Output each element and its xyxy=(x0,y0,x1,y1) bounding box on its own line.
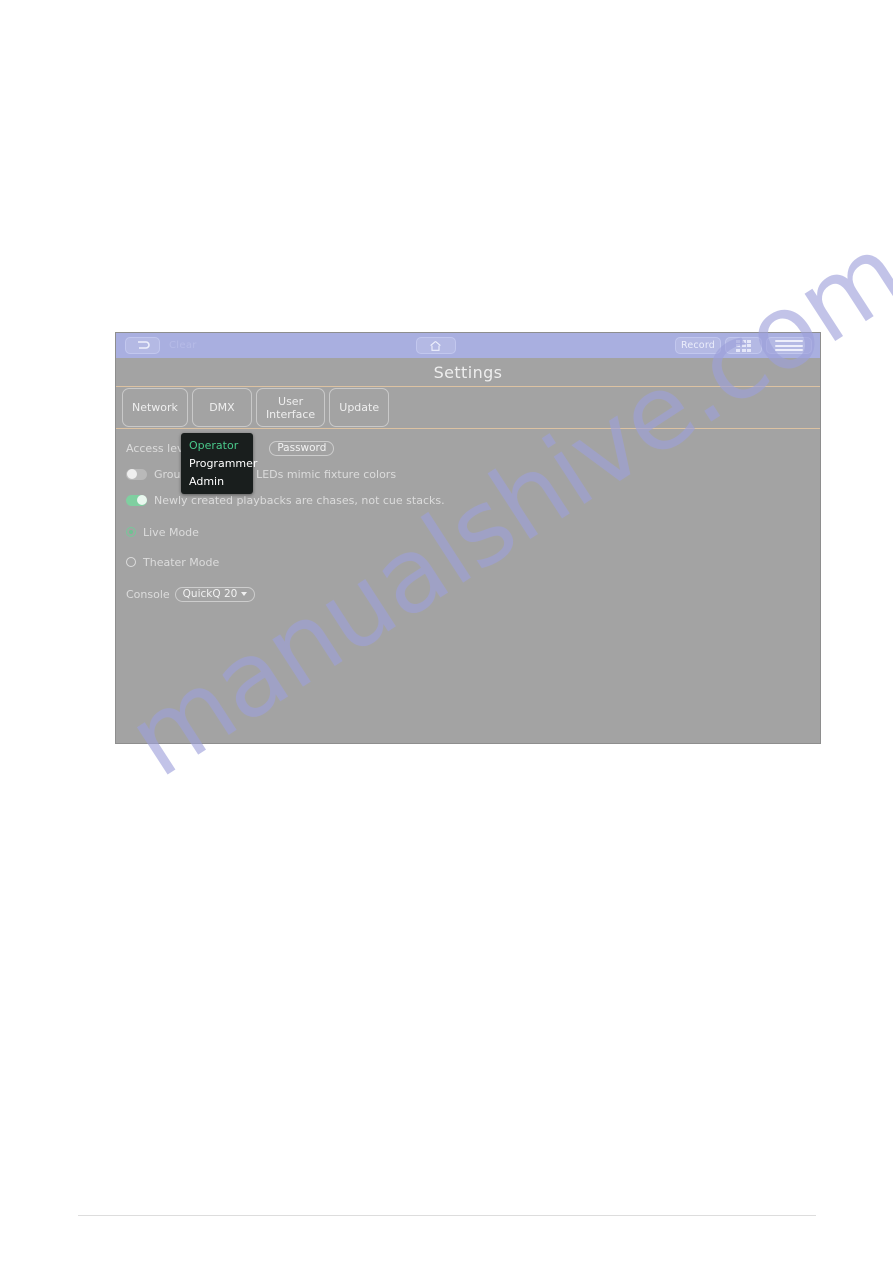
back-arrow-icon xyxy=(135,340,151,351)
live-mode-radio[interactable] xyxy=(126,527,136,537)
console-model-label: Console xyxy=(126,587,170,601)
tab-dmx-label: DMX xyxy=(209,401,235,414)
access-level-dropdown-menu[interactable]: Operator Programmer Admin xyxy=(181,433,257,494)
live-mode-row[interactable]: Live Mode xyxy=(126,521,820,543)
console-screenshot-panel: Clear Record Settings Network DMX User I… xyxy=(115,332,821,744)
theater-mode-label: Theater Mode xyxy=(143,555,220,569)
grid-apps-icon xyxy=(736,339,751,352)
chases-not-cuestacks-label: Newly created playbacks are chases, not … xyxy=(154,493,445,507)
clear-label[interactable]: Clear xyxy=(169,340,197,351)
page-title: Settings xyxy=(433,362,503,382)
tab-user-interface-label: User Interface xyxy=(265,394,316,421)
page-footer-divider xyxy=(78,1215,816,1216)
tab-network-label: Network xyxy=(132,401,178,414)
chases-not-cuestacks-toggle[interactable] xyxy=(126,494,147,506)
back-button[interactable] xyxy=(125,337,160,354)
access-level-option-admin[interactable]: Admin xyxy=(181,472,253,490)
theater-mode-radio[interactable] xyxy=(126,557,136,567)
tab-user-interface[interactable]: User Interface xyxy=(255,388,326,427)
chevron-down-icon xyxy=(241,592,248,596)
console-model-value: QuickQ 20 xyxy=(182,588,238,600)
settings-content: Access level Password Group and Fixture … xyxy=(116,429,820,605)
access-level-option-programmer[interactable]: Programmer xyxy=(181,454,257,472)
leds-mimic-colors-toggle[interactable] xyxy=(126,468,147,480)
settings-tabs: Network DMX User Interface Update xyxy=(116,386,820,429)
console-model-row: Console QuickQ 20 xyxy=(126,583,820,605)
tab-dmx[interactable]: DMX xyxy=(191,388,252,427)
record-button[interactable]: Record xyxy=(674,337,721,354)
toggle-knob xyxy=(126,469,137,479)
console-topbar: Clear Record xyxy=(116,333,820,358)
home-icon xyxy=(429,340,442,352)
tab-update[interactable]: Update xyxy=(329,388,390,427)
live-mode-label: Live Mode xyxy=(143,525,199,539)
console-model-dropdown[interactable]: QuickQ 20 xyxy=(174,586,256,602)
access-level-option-operator[interactable]: Operator xyxy=(181,436,253,454)
grid-apps-button[interactable] xyxy=(725,337,762,354)
password-button[interactable]: Password xyxy=(269,440,335,456)
home-button[interactable] xyxy=(415,337,456,354)
hamburger-menu-icon xyxy=(775,340,803,351)
theater-mode-row[interactable]: Theater Mode xyxy=(126,551,820,573)
toggle-knob xyxy=(136,495,147,505)
tab-update-label: Update xyxy=(339,401,380,414)
hamburger-menu-button[interactable] xyxy=(766,337,812,354)
tab-network[interactable]: Network xyxy=(122,388,188,427)
